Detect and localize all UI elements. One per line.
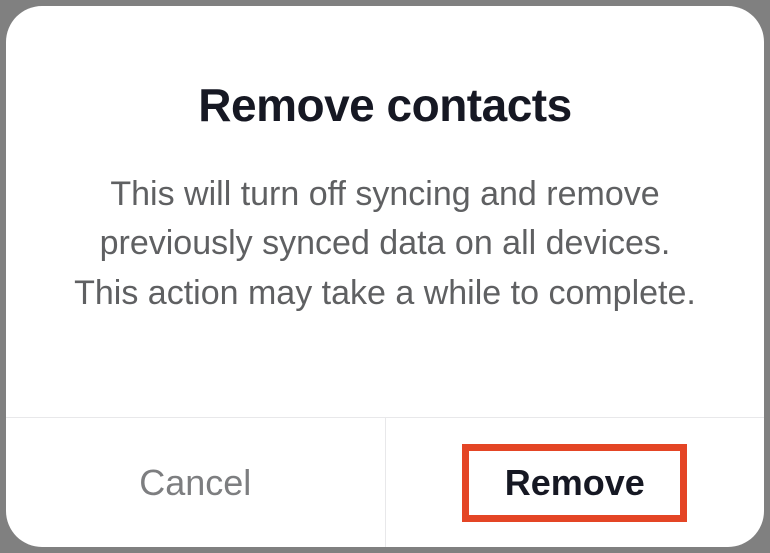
confirmation-dialog: Remove contacts This will turn off synci…: [6, 6, 764, 547]
dialog-title: Remove contacts: [198, 78, 571, 132]
remove-button-label: Remove: [505, 462, 645, 504]
dialog-content: Remove contacts This will turn off synci…: [6, 6, 764, 417]
dialog-message: This will turn off syncing and remove pr…: [66, 170, 704, 318]
remove-button[interactable]: Remove: [386, 418, 765, 547]
cancel-button-label: Cancel: [139, 462, 251, 504]
cancel-button[interactable]: Cancel: [6, 418, 386, 547]
dialog-actions: Cancel Remove: [6, 417, 764, 547]
